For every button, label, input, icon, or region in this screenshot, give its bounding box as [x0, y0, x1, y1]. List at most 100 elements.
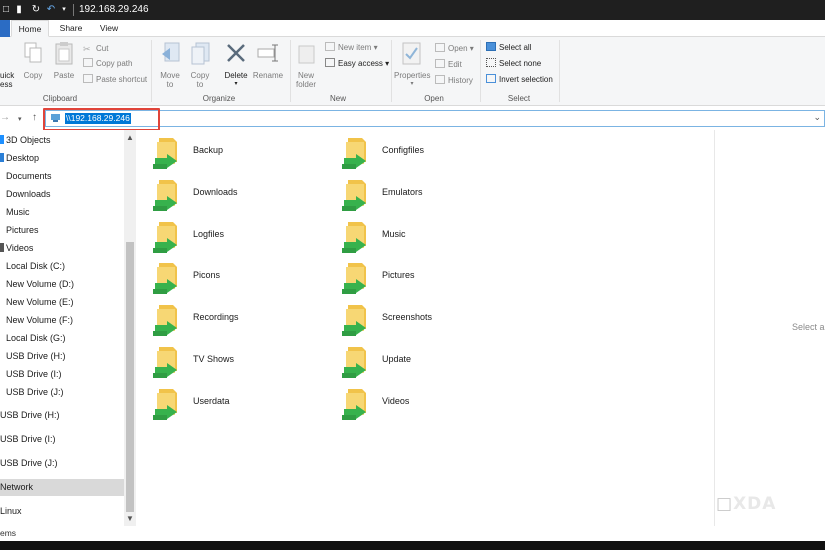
- nav-item-new-volume-d[interactable]: New Volume (D:): [0, 276, 124, 293]
- nav-item-usb-drive-h[interactable]: USB Drive (H:): [0, 348, 124, 365]
- history-button[interactable]: History: [435, 75, 473, 87]
- folder-item[interactable]: Picons: [153, 261, 333, 301]
- folder-item[interactable]: Recordings: [153, 303, 333, 343]
- delete-label: Delete: [224, 71, 248, 80]
- new-item-button[interactable]: New item ▾: [325, 42, 378, 54]
- folder-item[interactable]: Update: [342, 345, 522, 385]
- folder-item[interactable]: Music: [342, 220, 522, 260]
- quick-access-label-2: ess: [0, 80, 13, 89]
- title-separator: [73, 4, 74, 16]
- nav-item-label: Downloads: [6, 189, 51, 199]
- folder-item[interactable]: Configfiles: [342, 136, 522, 176]
- nav-item-usb-drive-i[interactable]: USB Drive (I:): [0, 366, 124, 383]
- nav-item-3d-objects[interactable]: 3D Objects: [0, 132, 124, 149]
- folder-name: Videos: [382, 395, 410, 406]
- move-to-label: Move: [160, 71, 180, 80]
- folder-item[interactable]: TV Shows: [153, 345, 333, 385]
- paste-icon: [55, 42, 73, 65]
- drive-icon: [0, 315, 4, 324]
- properties-icon[interactable]: □: [0, 3, 12, 16]
- nav-item-videos[interactable]: Videos: [0, 240, 124, 257]
- watermark-text: XDA: [733, 494, 777, 514]
- shared-folder-icon: [153, 347, 177, 378]
- tab-file[interactable]: [0, 20, 10, 37]
- folder-item[interactable]: Downloads: [153, 178, 333, 218]
- nav-item-documents[interactable]: Documents: [0, 168, 124, 185]
- open-button[interactable]: Open ▾: [435, 43, 474, 55]
- properties-dropdown-icon: ▾: [410, 81, 414, 87]
- nav-item-label: Pictures: [6, 225, 39, 235]
- ribbon-tabs: Home Share View: [0, 20, 825, 37]
- paste-shortcut-icon: [83, 74, 93, 83]
- move-to-button[interactable]: Move to: [155, 71, 185, 89]
- nav-item-usb-drive-j[interactable]: USB Drive (J:): [0, 384, 124, 401]
- nav-item-music[interactable]: Music: [0, 204, 124, 221]
- undo-icon[interactable]: ↶: [45, 3, 57, 16]
- invert-selection-button[interactable]: Invert selection: [486, 74, 553, 86]
- nav-pane-scrollbar[interactable]: ▲ ▼: [124, 130, 136, 526]
- copy-button[interactable]: Copy: [20, 71, 46, 80]
- folder-item[interactable]: Logfiles: [153, 220, 333, 260]
- scroll-up-icon[interactable]: ▲: [126, 133, 134, 142]
- new-folder-label-2: folder: [295, 80, 316, 89]
- nav-item-linux[interactable]: Linux: [0, 503, 124, 520]
- nav-item-local-disk-g[interactable]: Local Disk (G:): [0, 330, 124, 347]
- up-arrow-icon[interactable]: ↑: [32, 112, 37, 124]
- preview-pane: Select a: [715, 130, 825, 526]
- scrollbar-thumb[interactable]: [126, 242, 134, 512]
- shared-folder-icon: [153, 221, 177, 253]
- nav-item-usb-drive-h-root[interactable]: USB Drive (H:): [0, 407, 124, 424]
- nav-item-usb-drive-j-root[interactable]: USB Drive (J:): [0, 455, 124, 472]
- usb-drive-icon: [0, 387, 4, 396]
- preview-placeholder-text: Select a: [792, 322, 825, 332]
- folder-item[interactable]: Userdata: [153, 387, 333, 427]
- nav-item-network[interactable]: Network: [0, 479, 124, 496]
- edit-icon: [435, 59, 445, 68]
- redo-icon[interactable]: ↻: [30, 3, 42, 16]
- paste-button[interactable]: Paste: [50, 71, 78, 80]
- select-none-icon: [486, 58, 496, 67]
- folder-item[interactable]: Emulators: [342, 178, 522, 218]
- scroll-down-icon[interactable]: ▼: [126, 514, 134, 523]
- organize-group-label: Organize: [202, 94, 236, 103]
- tab-view[interactable]: View: [92, 20, 126, 37]
- copy-to-button[interactable]: Copy to: [186, 71, 214, 89]
- new-item-label: New item: [338, 43, 372, 52]
- pin-quick-access-button[interactable]: uick ess: [0, 71, 16, 89]
- nav-item-local-disk-c[interactable]: Local Disk (C:): [0, 258, 124, 275]
- nav-item-label: Local Disk (C:): [6, 261, 66, 271]
- new-folder-button[interactable]: New folder: [292, 71, 320, 89]
- folder-item[interactable]: Videos: [342, 387, 522, 427]
- chevron-down-icon[interactable]: ▾: [18, 114, 22, 126]
- nav-item-pictures[interactable]: Pictures: [0, 222, 124, 239]
- cut-button[interactable]: ✂ Cut: [83, 43, 108, 55]
- shared-folder-icon: [342, 138, 366, 169]
- nav-item-downloads[interactable]: Downloads: [0, 186, 124, 203]
- new-folder-icon[interactable]: ▮: [13, 3, 25, 16]
- address-dropdown-icon[interactable]: ⌄: [813, 112, 821, 123]
- tab-share[interactable]: Share: [54, 20, 88, 37]
- rename-button[interactable]: Rename: [252, 71, 284, 80]
- easy-access-button[interactable]: Easy access ▾: [325, 58, 389, 70]
- folder-item[interactable]: Screenshots: [342, 303, 522, 343]
- nav-item-label: USB Drive (J:): [6, 387, 64, 397]
- folder-name: Downloads: [193, 186, 238, 197]
- dropdown-icon[interactable]: ▾: [58, 3, 70, 16]
- folder-item[interactable]: Backup: [153, 136, 333, 176]
- copy-path-button[interactable]: Copy path: [83, 58, 132, 70]
- paste-shortcut-button[interactable]: Paste shortcut: [83, 74, 147, 86]
- nav-item-new-volume-e[interactable]: New Volume (E:): [0, 294, 124, 311]
- back-arrow-icon[interactable]: →: [0, 112, 10, 124]
- nav-item-usb-drive-i-root[interactable]: USB Drive (I:): [0, 431, 124, 448]
- delete-button[interactable]: Delete ▾: [220, 71, 252, 89]
- select-all-button[interactable]: Select all: [486, 42, 531, 54]
- properties-button[interactable]: Properties ▾: [394, 71, 430, 89]
- folder-item[interactable]: Pictures: [342, 261, 522, 301]
- taskbar-edge: [0, 541, 825, 550]
- nav-item-new-volume-f[interactable]: New Volume (F:): [0, 312, 124, 329]
- edit-button[interactable]: Edit: [435, 59, 462, 71]
- tab-home[interactable]: Home: [11, 20, 49, 37]
- nav-item-desktop[interactable]: Desktop: [0, 150, 124, 167]
- address-bar[interactable]: \\192.168.29.246 ⌄: [45, 110, 825, 127]
- select-none-button[interactable]: Select none: [486, 58, 541, 70]
